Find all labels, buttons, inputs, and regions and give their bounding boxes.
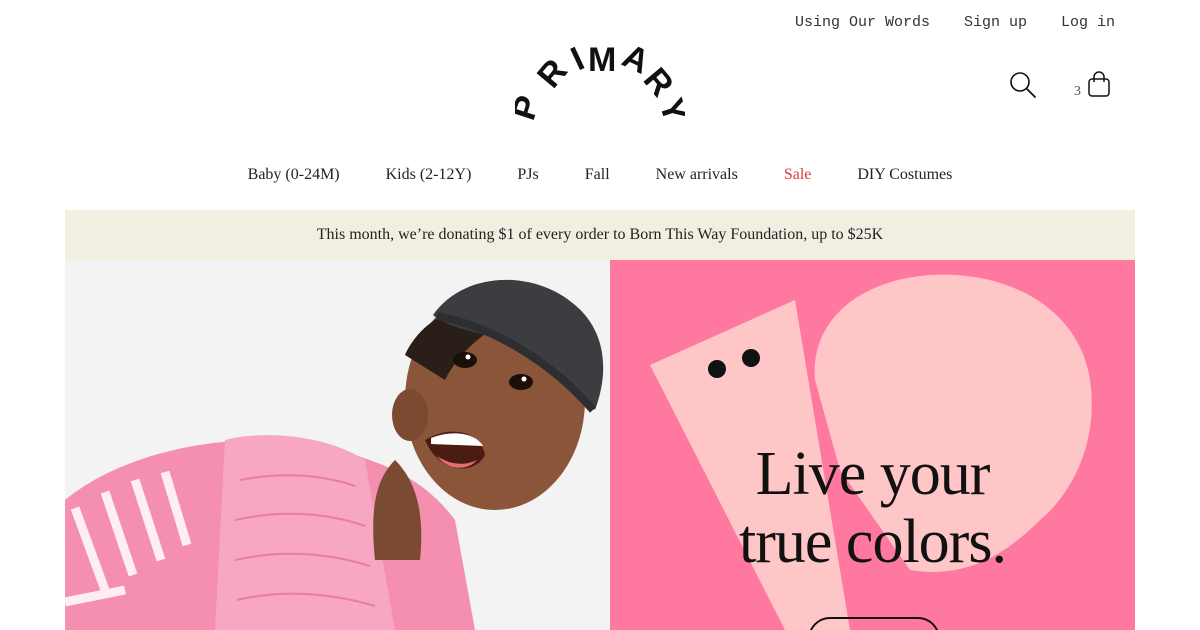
- announcement-text: This month, we’re donating $1 of every o…: [316, 226, 884, 243]
- shopping-bag-icon: [1087, 71, 1111, 103]
- logo-letter: P: [515, 91, 548, 124]
- nav-item-diy-costumes[interactable]: DIY Costumes: [857, 166, 952, 184]
- promo-headline-line2: true colors.: [739, 508, 1007, 576]
- log-in-link[interactable]: Log in: [1061, 14, 1115, 31]
- logo-letter: R: [530, 52, 575, 95]
- nav-item-fall[interactable]: Fall: [585, 166, 610, 184]
- sign-up-link[interactable]: Sign up: [964, 14, 1027, 31]
- nav-item-new-arrivals[interactable]: New arrivals: [656, 166, 738, 184]
- search-icon[interactable]: [1008, 70, 1038, 100]
- main-navigation: Baby (0-24M) Kids (2-12Y) PJs Fall New a…: [0, 166, 1200, 184]
- nav-item-baby[interactable]: Baby (0-24M): [248, 166, 340, 184]
- promo-panel[interactable]: Live your true colors.: [610, 260, 1135, 630]
- promo-headline-line1: Live your: [755, 440, 991, 508]
- utility-links: Using Our Words Sign up Log in: [795, 14, 1115, 31]
- nav-item-sale[interactable]: Sale: [784, 166, 812, 184]
- cart-count: 3: [1074, 84, 1081, 99]
- logo-letter: M: [588, 41, 616, 79]
- primary-logo[interactable]: P R I M A R Y: [504, 37, 694, 138]
- shop-now-button[interactable]: [808, 617, 940, 630]
- hero-photo[interactable]: [65, 260, 610, 630]
- announcement-bar: This month, we’re donating $1 of every o…: [65, 210, 1135, 260]
- using-our-words-link[interactable]: Using Our Words: [795, 14, 930, 31]
- nav-item-kids[interactable]: Kids (2-12Y): [386, 166, 472, 184]
- promo-headline: Live your true colors.: [610, 440, 1135, 576]
- nav-item-pjs[interactable]: PJs: [517, 166, 538, 184]
- cart-button[interactable]: 3: [1074, 71, 1111, 103]
